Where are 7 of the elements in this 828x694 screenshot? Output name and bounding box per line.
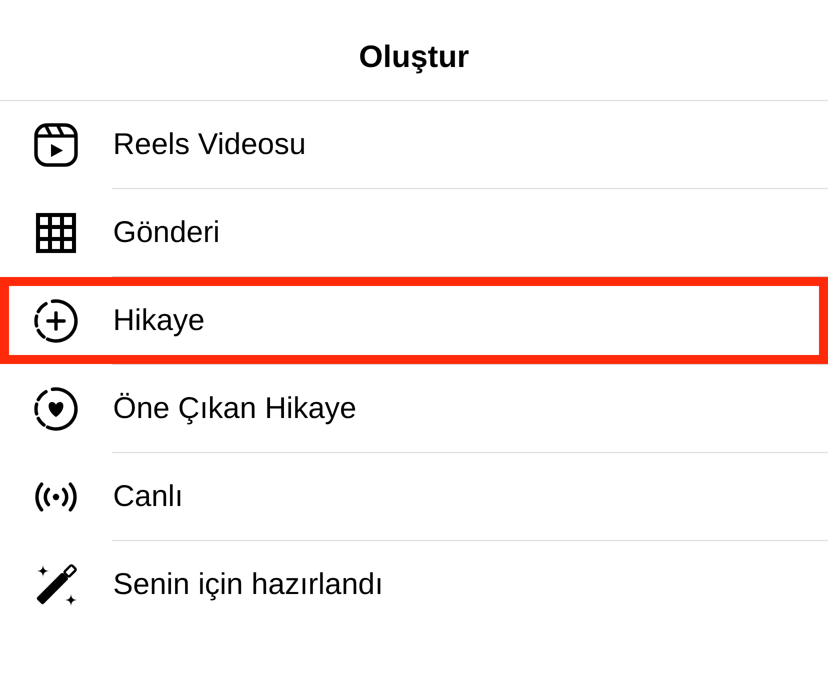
grid-icon <box>36 212 76 252</box>
reels-icon <box>34 122 78 166</box>
broadcast-icon <box>33 482 79 512</box>
menu-item[interactable]: Hikaye <box>0 277 828 364</box>
title: Oluştur <box>358 39 470 75</box>
add-story-icon <box>33 298 79 344</box>
heart-ring-icon <box>33 386 79 432</box>
